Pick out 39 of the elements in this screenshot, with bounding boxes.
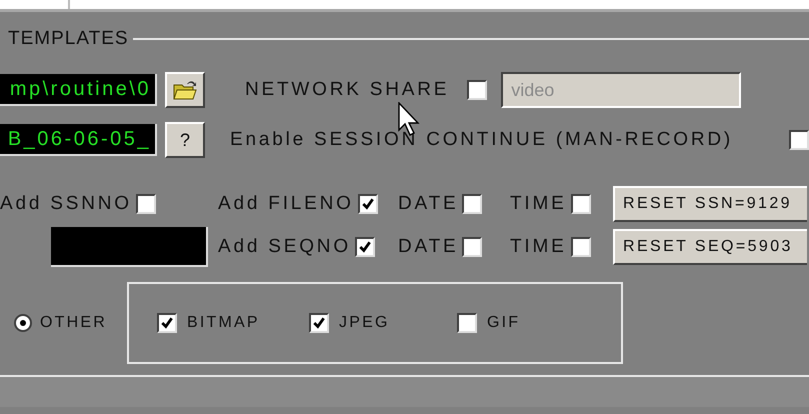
checkmark-icon <box>160 316 174 330</box>
format-label: GIF <box>487 314 520 332</box>
option-checkbox[interactable] <box>354 237 375 257</box>
option-checkbox[interactable] <box>462 194 482 214</box>
folder-icon <box>172 79 198 101</box>
network-share-label: NETWORK SHARE <box>245 79 450 101</box>
checkmark-icon <box>358 240 372 254</box>
format-label: BITMAP <box>187 314 260 332</box>
option-label: DATE <box>398 193 458 215</box>
other-radio[interactable] <box>14 314 32 332</box>
format-checkbox[interactable] <box>457 313 477 333</box>
option-label: TIME <box>510 236 567 258</box>
checkmark-icon <box>360 197 375 211</box>
format-label: JPEG <box>339 314 390 332</box>
network-share-checkbox[interactable] <box>467 80 488 100</box>
text-field[interactable] <box>51 227 208 267</box>
radio-label: OTHER <box>40 314 107 332</box>
option-label: Add SEQNO <box>218 236 351 258</box>
option-checkbox[interactable] <box>570 194 591 214</box>
option-checkbox[interactable] <box>136 194 156 214</box>
session-continue-label: Enable SESSION CONTINUE (MAN-RECORD) <box>230 129 734 151</box>
session-continue-checkbox[interactable] <box>789 130 809 150</box>
reset-button[interactable]: RESET SSN=9129 <box>613 186 807 222</box>
name-field[interactable]: B_06-06-05_ <box>0 124 157 156</box>
help-button[interactable]: ? <box>165 122 205 158</box>
checkmark-icon <box>312 316 326 330</box>
reset-button[interactable]: RESET SEQ=5903 <box>613 229 807 265</box>
option-label: Add FILENO <box>218 193 354 215</box>
format-checkbox[interactable] <box>309 313 329 333</box>
browse-button[interactable] <box>165 72 205 108</box>
path-field[interactable]: mp\routine\0 <box>0 74 157 106</box>
option-label: Add SSNNO <box>0 193 132 215</box>
option-label: TIME <box>510 193 567 215</box>
option-checkbox[interactable] <box>462 237 482 257</box>
group-title: TEMPLATES <box>8 28 129 50</box>
option-checkbox[interactable] <box>358 194 378 214</box>
format-checkbox[interactable] <box>157 313 177 333</box>
option-checkbox[interactable] <box>570 237 591 257</box>
option-label: DATE <box>398 236 458 258</box>
